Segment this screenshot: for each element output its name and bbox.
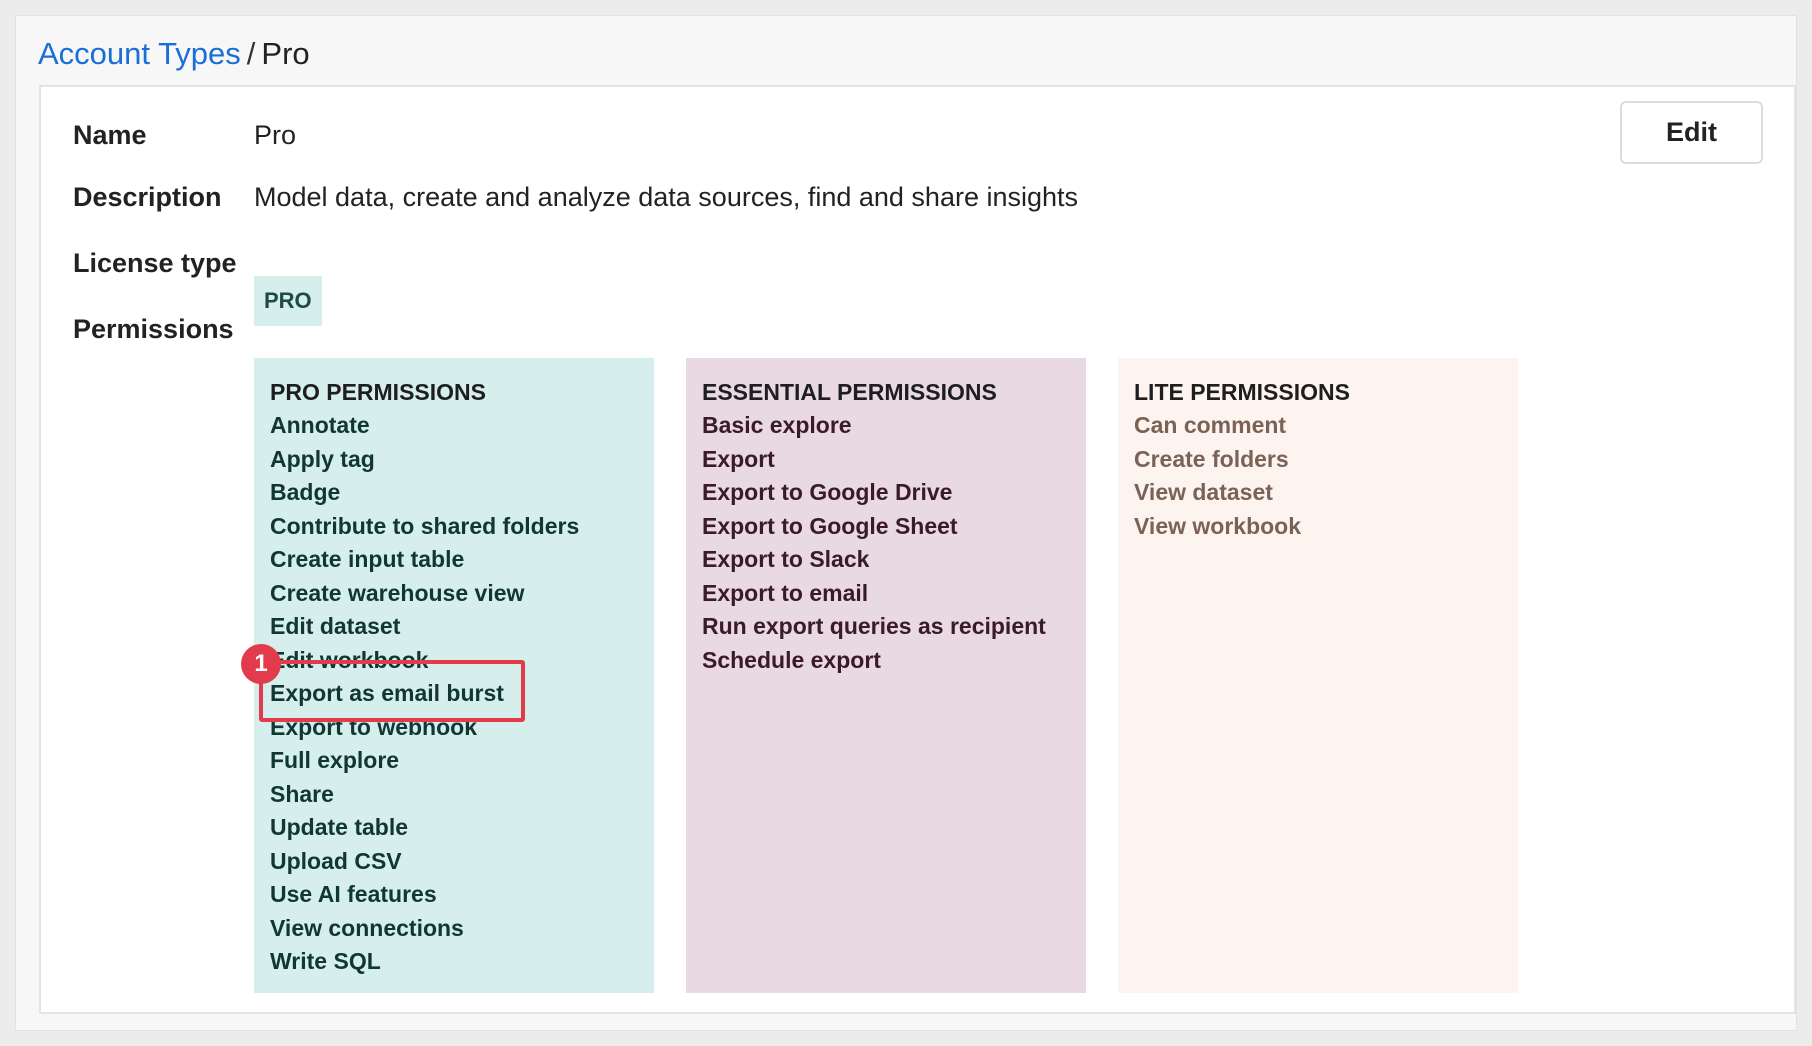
lite-permissions-panel: LITE PERMISSIONS Can comment Create fold… (1118, 358, 1518, 993)
permission-item: Basic explore (702, 412, 852, 438)
breadcrumb-link-account-types[interactable]: Account Types (38, 36, 241, 71)
permission-item: Export to Google Drive (702, 479, 953, 505)
essential-permissions-title: ESSENTIAL PERMISSIONS (702, 379, 997, 405)
annotation-highlight-box (259, 660, 525, 722)
description-value: Model data, create and analyze data sour… (254, 182, 1079, 212)
description-label: Description (73, 182, 222, 212)
permission-item: Use AI features (270, 881, 437, 907)
pro-permissions-title: PRO PERMISSIONS (270, 379, 486, 405)
edit-button[interactable]: Edit (1620, 101, 1763, 164)
permission-item: Annotate (270, 412, 370, 438)
breadcrumb-current: Pro (261, 36, 310, 71)
permission-item: Apply tag (270, 445, 375, 472)
lite-permissions-list: Can comment Create folders View dataset … (1134, 409, 1502, 543)
essential-permissions-list: Basic explore Export Export to Google Dr… (702, 409, 1070, 677)
permission-item: Export to Google Sheet (702, 512, 958, 539)
permission-item: Contribute to shared folders (270, 512, 580, 539)
license-type-label: License type (73, 248, 237, 278)
permission-item: Create input table (270, 546, 465, 572)
permission-item: Export to email (702, 579, 869, 606)
license-type-badge: PRO (254, 276, 322, 326)
permission-item: Create folders (1134, 445, 1289, 472)
permission-item: Write SQL (270, 948, 381, 974)
name-label: Name (73, 120, 147, 150)
account-type-card: Edit Name Pro Description Model data, cr… (39, 85, 1796, 1014)
permission-item: Export (702, 445, 775, 472)
permission-item: Upload CSV (270, 847, 402, 874)
page-frame: Account Types / Pro Edit Name Pro Descript… (16, 16, 1796, 1030)
permission-item: Run export queries as recipient (702, 613, 1046, 639)
permission-item: Badge (270, 479, 341, 505)
permissions-label: Permissions (73, 314, 234, 344)
permission-item: Full explore (270, 747, 400, 773)
permission-item: Share (270, 780, 334, 807)
breadcrumb: Account Types / Pro (38, 34, 310, 74)
lite-permissions-title: LITE PERMISSIONS (1134, 379, 1350, 405)
permission-item: Can comment (1134, 412, 1287, 438)
permission-item: Edit dataset (270, 613, 401, 639)
permission-item: Update table (270, 814, 409, 840)
breadcrumb-separator: / (246, 36, 256, 71)
permission-item: Export to Slack (702, 546, 870, 572)
permission-item: Schedule export (702, 646, 881, 673)
name-value: Pro (254, 120, 297, 150)
permission-item: Create warehouse view (270, 579, 525, 606)
annotation-callout-badge: 1 (241, 644, 281, 684)
permission-item: View dataset (1134, 479, 1273, 505)
essential-permissions-panel: ESSENTIAL PERMISSIONS Basic explore Expo… (686, 358, 1086, 993)
permission-item: View connections (270, 914, 464, 941)
permission-item: View workbook (1134, 512, 1302, 539)
